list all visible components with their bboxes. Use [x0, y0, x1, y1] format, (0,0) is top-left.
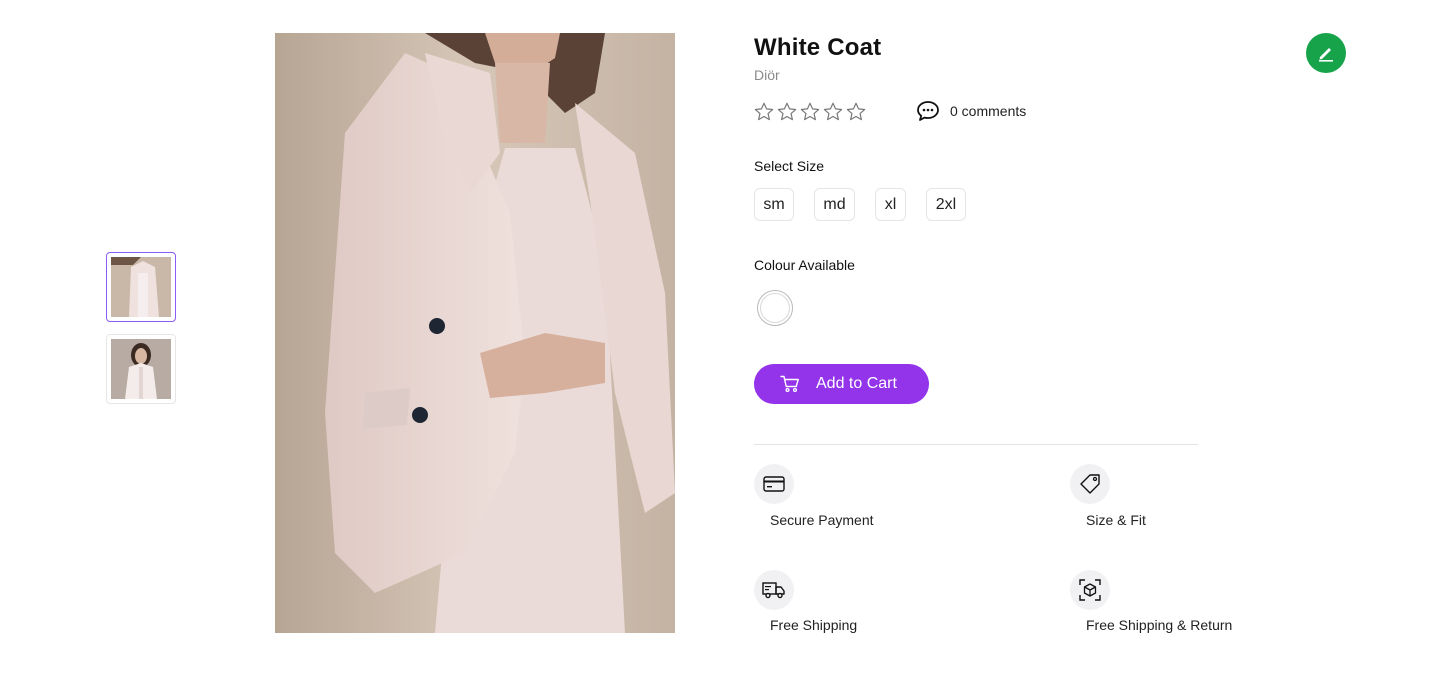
star-icon[interactable] [822, 101, 844, 123]
main-product-image [275, 33, 675, 633]
rating-stars[interactable] [753, 101, 867, 123]
feature-size-fit: Size & Fit [1086, 512, 1146, 528]
tag-icon [1070, 464, 1110, 504]
star-icon[interactable] [776, 101, 798, 123]
feature-secure-payment: Secure Payment [770, 512, 874, 528]
colour-available-label: Colour Available [754, 257, 855, 273]
thumbnail-image-coat [111, 257, 171, 317]
thumbnail-image-model [111, 339, 171, 399]
size-option-xl[interactable]: xl [875, 188, 906, 221]
colour-swatch-white[interactable] [757, 290, 793, 326]
add-to-cart-button[interactable]: Add to Cart [754, 364, 929, 404]
star-icon[interactable] [799, 101, 821, 123]
credit-card-icon [754, 464, 794, 504]
edit-button[interactable] [1306, 33, 1346, 73]
add-to-cart-label: Add to Cart [816, 375, 897, 392]
size-option-2xl[interactable]: 2xl [926, 188, 966, 221]
product-brand: Diör [754, 67, 780, 83]
colour-swatch-fill [760, 293, 790, 323]
size-option-md[interactable]: md [814, 188, 855, 221]
star-icon[interactable] [753, 101, 775, 123]
comments-link[interactable]: 0 comments [916, 100, 1026, 122]
select-size-label: Select Size [754, 158, 825, 174]
size-options: sm md xl 2xl [754, 188, 986, 221]
star-icon[interactable] [845, 101, 867, 123]
box-icon [1070, 570, 1110, 610]
cart-icon [780, 375, 800, 393]
product-title: White Coat [754, 34, 882, 61]
comments-count: 0 comments [950, 103, 1027, 119]
comment-icon [917, 101, 939, 121]
truck-icon [754, 570, 794, 610]
divider [754, 444, 1198, 445]
feature-free-shipping-return: Free Shipping & Return [1086, 617, 1233, 633]
feature-free-shipping: Free Shipping [770, 617, 858, 633]
pencil-icon [1319, 48, 1333, 62]
thumbnail-2[interactable] [106, 334, 176, 404]
thumbnail-1[interactable] [106, 252, 176, 322]
size-option-sm[interactable]: sm [754, 188, 794, 221]
